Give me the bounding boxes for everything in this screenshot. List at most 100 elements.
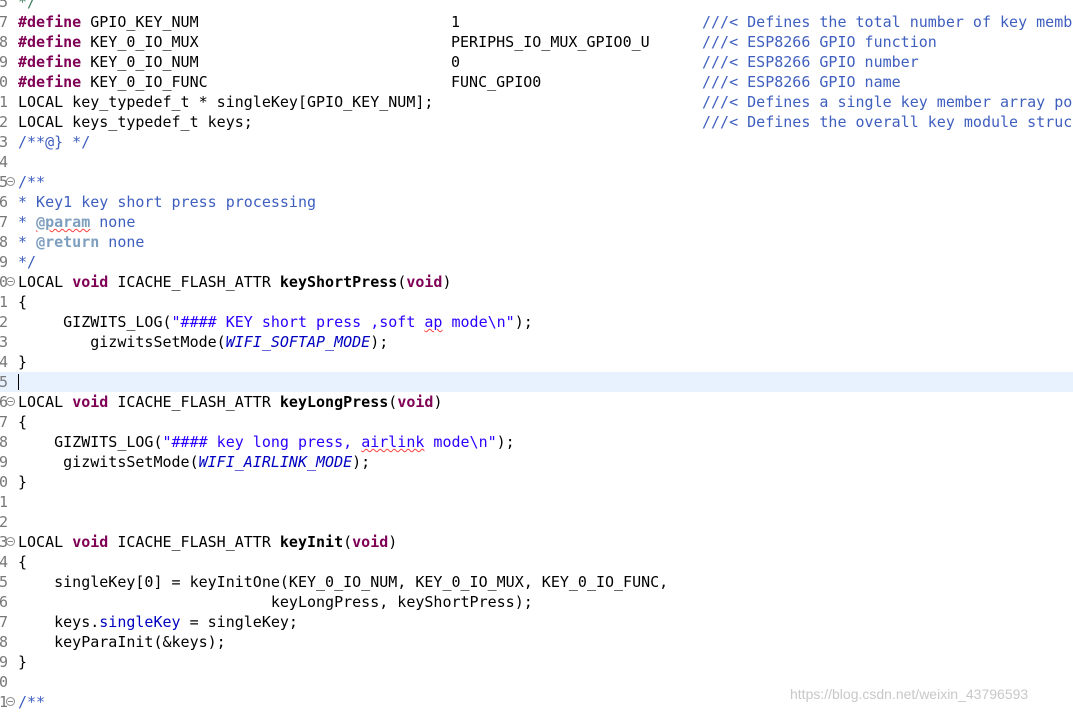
code-line[interactable]: 4 — [0, 152, 1073, 172]
code-text: keyLongPress, keyShortPress); — [18, 592, 533, 612]
code-line[interactable]: 8 #define KEY_0_IO_MUX PERIPHS_IO_MUX_GPIO… — [0, 32, 1073, 52]
code-text: /** — [18, 172, 45, 192]
code-token: ); — [514, 313, 533, 331]
line-number: 7 — [0, 13, 8, 31]
code-token: LOCAL — [18, 273, 73, 291]
code-line[interactable]: 5 singleKey[0] = keyInitOne(KEY_0_IO_NUM… — [0, 572, 1073, 592]
code-token: keys. — [18, 613, 100, 631]
define-value: PERIPHS_IO_MUX_GPIO0_U — [451, 33, 650, 51]
code-text: /**@} */ — [18, 132, 90, 152]
code-line[interactable]: 3 LOCAL void ICACHE_FLASH_ATTR keyInit(vo… — [0, 532, 1073, 552]
line-number: 4 — [0, 153, 8, 171]
line-number: 1 — [0, 93, 8, 111]
doc-comment: ///< Defines a single key member array p… — [702, 93, 1073, 111]
code-token: ICACHE_FLASH_ATTR — [108, 273, 280, 291]
doc-comment: ///< Defines the overall key module stru… — [702, 113, 1073, 131]
code-line[interactable]: 7{ — [0, 412, 1073, 432]
doc-comment: ///< ESP8266 GPIO name — [702, 73, 901, 91]
code-line[interactable]: 0 LOCAL void ICACHE_FLASH_ATTR keyShortPr… — [0, 272, 1073, 292]
code-token: /**@} */ — [18, 133, 91, 151]
code-line[interactable]: 0 #define KEY_0_IO_FUNC FUNC_GPIO0 ///< ESP… — [0, 72, 1073, 92]
code-text: #define KEY_0_IO_MUX — [18, 32, 199, 52]
line-number: 6 — [0, 593, 8, 611]
code-token: void — [72, 533, 109, 551]
line-number: 5 — [0, 573, 8, 591]
code-line[interactable]: 3 gizwitsSetMode(WIFI_SOFTAP_MODE); — [0, 332, 1073, 352]
line-number: 0 — [0, 673, 8, 691]
line-number: 5 — [0, 373, 8, 391]
code-text: { — [18, 412, 27, 432]
line-number: 0 — [0, 73, 8, 91]
code-line[interactable]: 4{ — [0, 552, 1073, 572]
code-token: */ — [18, 0, 37, 11]
fold-toggle-icon[interactable] — [6, 177, 15, 186]
code-text: } — [18, 352, 27, 372]
code-line[interactable]: 8 keyParaInit(&keys); — [0, 632, 1073, 652]
code-line[interactable]: 8 * @return none — [0, 232, 1073, 252]
code-token: none — [90, 213, 136, 231]
line-number: 1 — [0, 293, 8, 311]
fold-toggle-icon[interactable] — [6, 277, 15, 286]
code-text: } — [18, 472, 27, 492]
code-token: GIZWITS_LOG( — [18, 313, 172, 331]
code-text: */ — [18, 252, 36, 272]
code-line[interactable]: 1 LOCAL key_typedef_t * singleKey[GPIO_KE… — [0, 92, 1073, 112]
code-line[interactable]: 9 gizwitsSetMode(WIFI_AIRLINK_MODE); — [0, 452, 1073, 472]
code-text: LOCAL void ICACHE_FLASH_ATTR keyShortPre… — [18, 272, 452, 292]
code-text: keys.singleKey = singleKey; — [18, 612, 298, 632]
code-editor[interactable]: 5 */ 7 #define GPIO_KEY_NUM 1 ///< Defines th… — [0, 0, 1073, 714]
code-line[interactable]: 8 GIZWITS_LOG("#### key long press, airl… — [0, 432, 1073, 452]
code-line[interactable]: 9} — [0, 652, 1073, 672]
code-line[interactable]: 5 — [0, 372, 1073, 392]
code-line[interactable]: 6 keyLongPress, keyShortPress); — [0, 592, 1073, 612]
code-text: } — [18, 652, 27, 672]
code-token: keyShortPress — [279, 273, 398, 291]
code-token: GPIO_KEY_NUM — [81, 13, 199, 31]
code-line[interactable]: 2 — [0, 512, 1073, 532]
code-token: LOCAL key_typedef_t * singleKey[GPIO_KEY… — [18, 93, 434, 111]
define-value: 0 — [451, 53, 461, 71]
code-token: LOCAL keys_typedef_t keys; — [18, 113, 253, 131]
fold-toggle-icon[interactable] — [6, 397, 15, 406]
define-value: FUNC_GPIO0 — [451, 73, 542, 91]
code-line[interactable]: 6 LOCAL void ICACHE_FLASH_ATTR keyLongPre… — [0, 392, 1073, 412]
code-line[interactable]: 5/** — [0, 172, 1073, 192]
code-line[interactable]: 0} — [0, 472, 1073, 492]
code-line[interactable]: 1{ — [0, 292, 1073, 312]
spelling-flagged-token: airlink — [361, 433, 425, 451]
fold-toggle-icon[interactable] — [6, 537, 15, 546]
code-token: mode\n" — [424, 433, 497, 451]
code-token: ( — [388, 393, 398, 411]
code-text: { — [18, 292, 27, 312]
code-text: #define GPIO_KEY_NUM — [18, 12, 199, 32]
code-text: singleKey[0] = keyInitOne(KEY_0_IO_NUM, … — [18, 572, 668, 592]
code-line[interactable]: 3 /**@} */ — [0, 132, 1073, 152]
code-line[interactable]: 9 #define KEY_0_IO_NUM 0 ///< ESP8266 GPIO … — [0, 52, 1073, 72]
code-line[interactable]: 2 GIZWITS_LOG("#### KEY short press ,sof… — [0, 312, 1073, 332]
code-token: * — [18, 213, 37, 231]
watermark: https://blog.csdn.net/weixin_43796593 — [790, 686, 1029, 702]
code-line[interactable]: 5 */ — [0, 0, 1073, 12]
code-line[interactable]: 6 * Key1 key short press processing — [0, 192, 1073, 212]
code-token: KEY_0_IO_FUNC — [81, 73, 208, 91]
code-text: /** — [18, 692, 45, 712]
fold-toggle-icon[interactable] — [6, 697, 15, 706]
code-line[interactable]: 4} — [0, 352, 1073, 372]
code-token: mode\n" — [442, 313, 515, 331]
code-line[interactable]: 7 * @param none — [0, 212, 1073, 232]
code-text: gizwitsSetMode(WIFI_SOFTAP_MODE); — [18, 332, 388, 352]
code-token: void — [72, 393, 109, 411]
code-line[interactable]: 7 keys.singleKey = singleKey; — [0, 612, 1073, 632]
text-cursor — [18, 374, 19, 390]
code-line[interactable]: 1 — [0, 492, 1073, 512]
code-line[interactable]: 2 LOCAL keys_typedef_t keys; ///< Defines … — [0, 112, 1073, 132]
code-token: ( — [397, 273, 407, 291]
code-token: void — [72, 273, 109, 291]
code-token: void — [352, 533, 389, 551]
code-text: { — [18, 552, 27, 572]
code-token: #define — [18, 53, 82, 71]
code-token: ); — [370, 333, 389, 351]
code-line[interactable]: 9 */ — [0, 252, 1073, 272]
code-line[interactable]: 7 #define GPIO_KEY_NUM 1 ///< Defines the t… — [0, 12, 1073, 32]
line-number: 4 — [0, 353, 8, 371]
